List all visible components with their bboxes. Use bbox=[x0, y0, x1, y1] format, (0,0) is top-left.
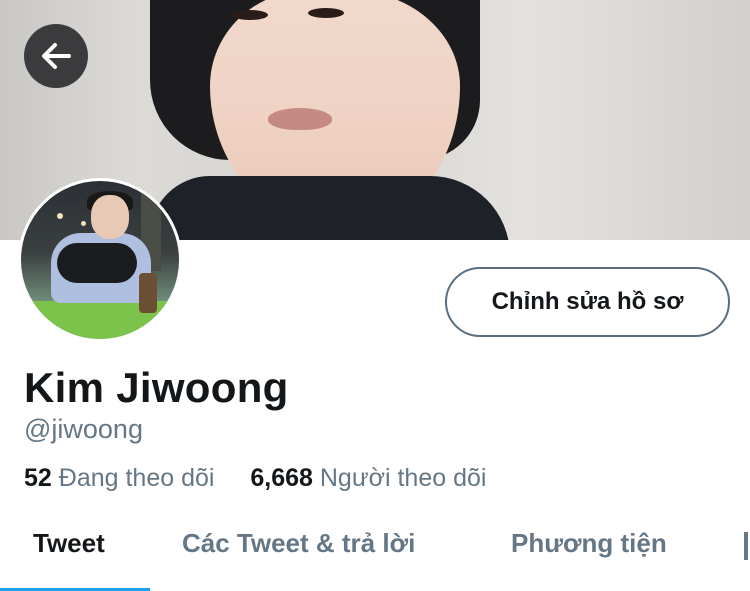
followers-link[interactable]: 6,668 Người theo dõi bbox=[250, 464, 486, 492]
banner-photo-eye bbox=[232, 10, 268, 20]
followers-count: 6,668 bbox=[250, 464, 313, 492]
arrow-left-icon bbox=[42, 43, 71, 69]
profile-tabs: Tweet Các Tweet & trả lời Phương tiện bbox=[0, 510, 750, 591]
avatar-photo-detail bbox=[57, 213, 63, 219]
tab-media[interactable]: Phương tiện bbox=[511, 528, 667, 559]
profile-name: Kim Jiwoong bbox=[24, 364, 289, 411]
followers-label: Người theo dõi bbox=[319, 464, 487, 492]
avatar-photo-detail bbox=[57, 243, 137, 283]
tab-tweets[interactable]: Tweet bbox=[33, 528, 105, 559]
tab-overflow[interactable] bbox=[744, 532, 748, 560]
banner-photo-eye bbox=[308, 8, 344, 18]
avatar-photo-detail bbox=[21, 301, 179, 339]
avatar-photo-detail bbox=[81, 221, 86, 226]
profile-handle: @jiwoong bbox=[24, 414, 143, 444]
following-count: 52 bbox=[24, 464, 52, 492]
banner-photo-lips bbox=[268, 108, 332, 130]
profile-stats: 52 Đang theo dõi 6,668 Người theo dõi bbox=[24, 464, 486, 493]
following-label: Đang theo dõi bbox=[58, 464, 215, 492]
tab-tweets-and-replies[interactable]: Các Tweet & trả lời bbox=[182, 528, 415, 559]
back-button[interactable] bbox=[24, 24, 88, 88]
banner-photo-shirt bbox=[150, 176, 510, 240]
edit-profile-button[interactable]: Chỉnh sửa hồ sơ bbox=[445, 267, 730, 337]
following-link[interactable]: 52 Đang theo dõi bbox=[24, 464, 221, 492]
avatar-photo-detail bbox=[91, 195, 129, 239]
avatar-photo-detail bbox=[139, 273, 157, 313]
avatar[interactable] bbox=[18, 178, 182, 342]
